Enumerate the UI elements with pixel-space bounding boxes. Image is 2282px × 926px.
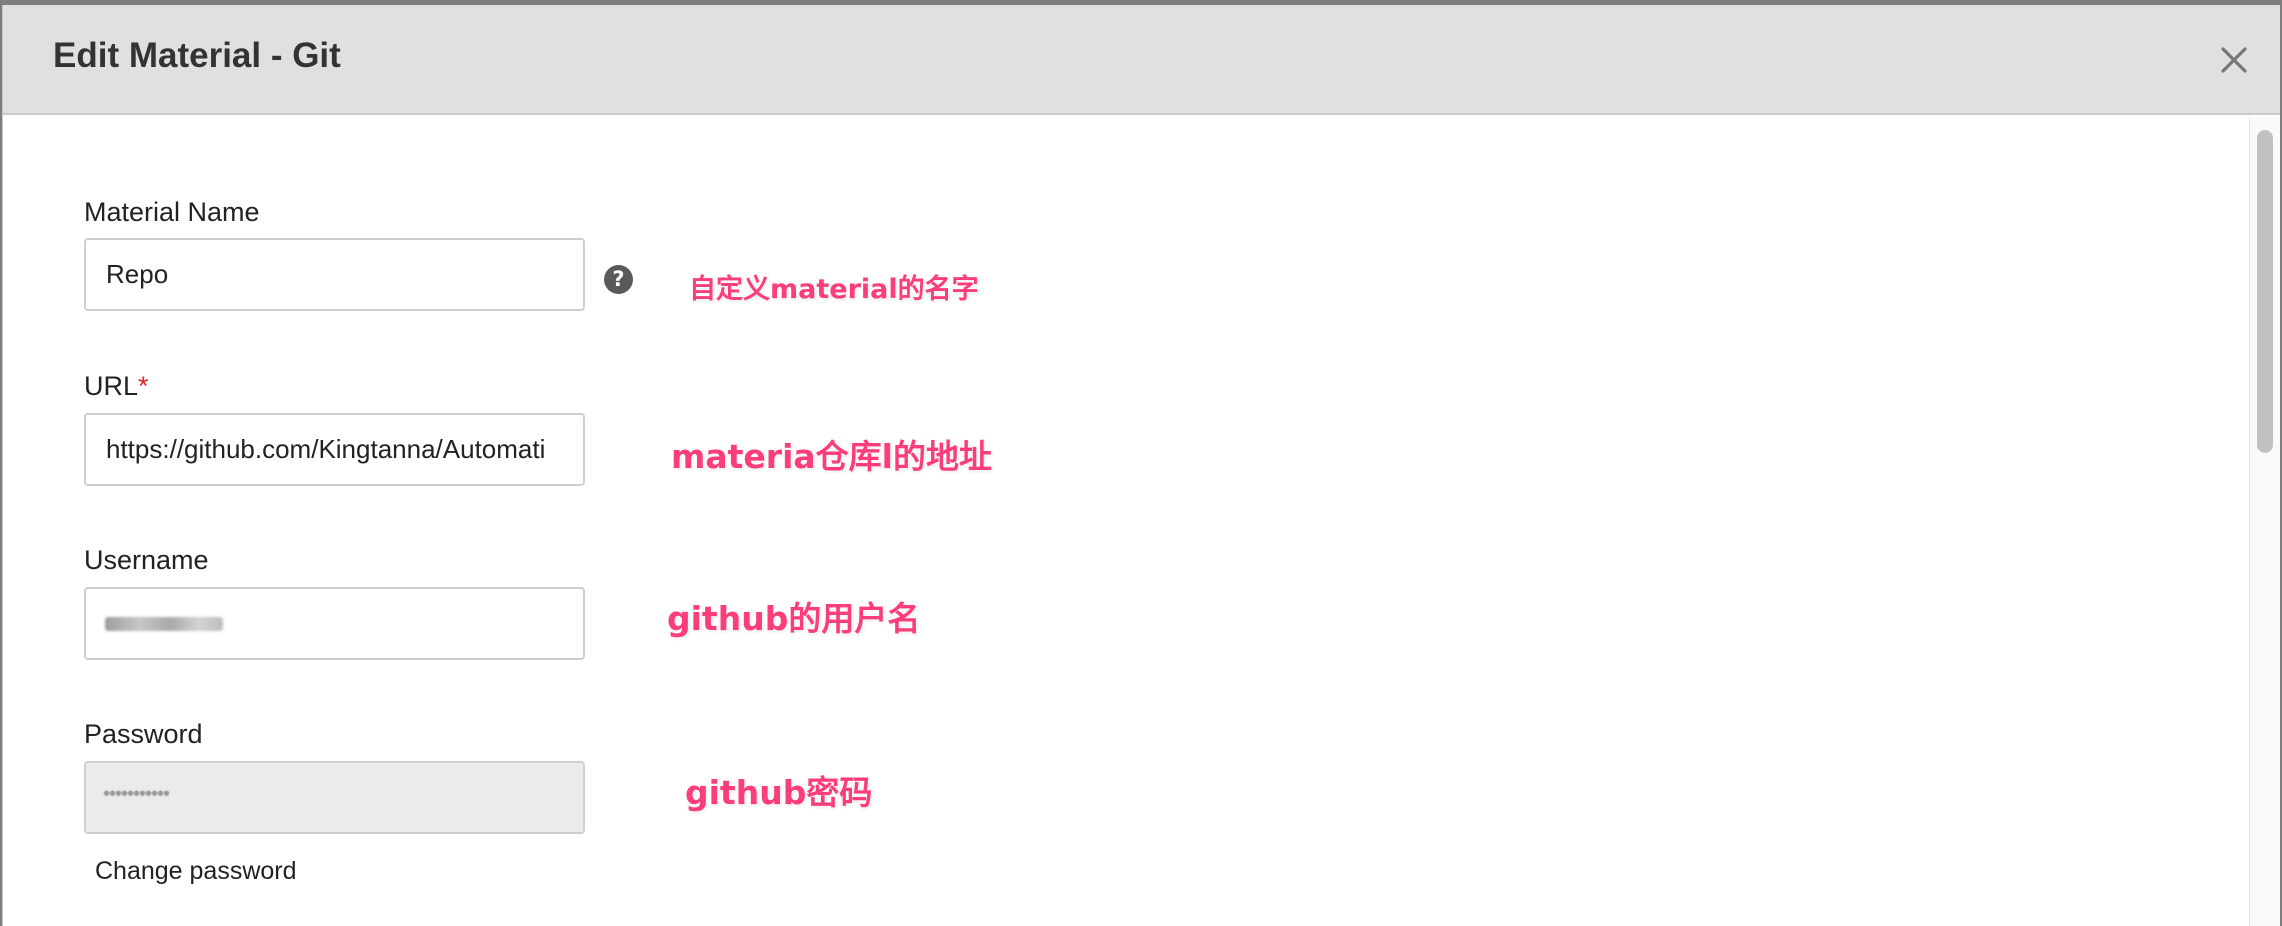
required-marker: * <box>138 371 149 401</box>
material-name-input[interactable] <box>84 238 585 311</box>
annotation-url: materia仓库l的地址 <box>671 437 992 476</box>
close-icon[interactable] <box>2214 40 2254 80</box>
dialog-header: Edit Material - Git <box>3 5 2280 115</box>
material-name-label: Material Name <box>84 197 260 227</box>
password-label: Password <box>84 719 203 749</box>
password-masked-value: ••••••••••• <box>103 783 170 805</box>
dialog-title: Edit Material - Git <box>53 36 341 75</box>
annotation-material-name: 自定义material的名字 <box>689 274 979 305</box>
question-circle-icon[interactable]: ? <box>604 265 633 294</box>
edit-material-dialog: Edit Material - Git Material Name ? 自定义m… <box>2 5 2280 926</box>
username-label: Username <box>84 545 209 575</box>
change-password-link[interactable]: Change password <box>95 857 297 886</box>
url-label: URL* <box>84 371 149 402</box>
annotation-username: github的用户名 <box>667 599 921 638</box>
scrollbar-thumb[interactable] <box>2257 130 2273 453</box>
url-input[interactable] <box>84 413 585 486</box>
url-label-text: URL <box>84 371 139 401</box>
vertical-scrollbar[interactable] <box>2249 117 2280 926</box>
username-redacted-value <box>105 617 223 631</box>
annotation-password: github密码 <box>685 773 873 812</box>
